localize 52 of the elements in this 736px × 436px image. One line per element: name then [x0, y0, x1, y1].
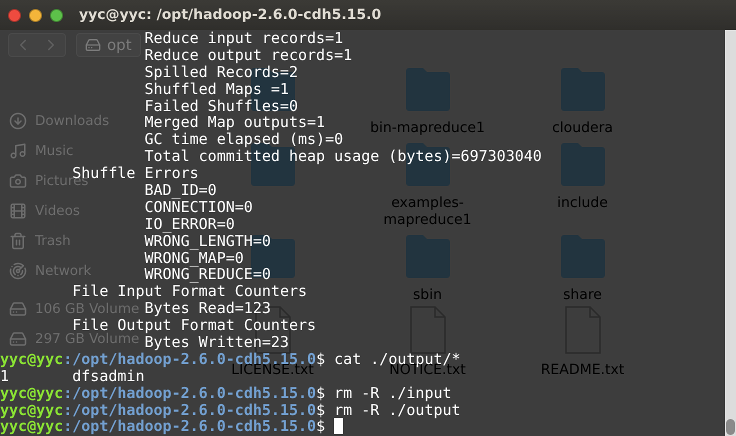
output-line: WRONG_MAP=0: [144, 250, 244, 266]
drive-icon: [85, 37, 101, 53]
file-name[interactable]: include: [508, 195, 658, 212]
prompt-user: yyc@yyc: [0, 350, 64, 368]
command-text: $: [316, 418, 326, 436]
output-line: IO_ERROR=0: [144, 216, 235, 233]
path-button[interactable]: opt: [76, 33, 141, 57]
output-line: 1 dfsadmin: [0, 368, 144, 385]
camera-icon: [9, 172, 27, 190]
file-name[interactable]: examples-mapreduce1: [352, 195, 502, 229]
prompt-path: :/opt/hadoop-2.6.0-cdh5.15.0: [63, 402, 316, 418]
output-line: GC time elapsed (ms)=0: [144, 131, 344, 148]
output-line: Merged Map outputs=1: [144, 114, 326, 132]
close-icon[interactable]: [8, 8, 21, 22]
output-line: Bytes Read=123: [144, 300, 271, 318]
output-line: Shuffled Maps =1: [144, 80, 289, 98]
prompt-user: yyc@yyc: [0, 402, 64, 418]
file-name[interactable]: README.txt: [508, 362, 658, 379]
output-line: CONNECTION=0: [144, 198, 253, 216]
music-icon: [9, 142, 27, 160]
output-line: Reduce output records=1: [144, 46, 352, 64]
file-name[interactable]: cloudera: [508, 120, 658, 137]
maximize-icon[interactable]: [50, 8, 63, 22]
scrollbar[interactable]: [725, 30, 736, 436]
file-name[interactable]: sbin: [352, 287, 502, 304]
minimize-icon[interactable]: [29, 8, 42, 22]
prompt-path: :/opt/hadoop-2.6.0-cdh5.15.0: [63, 418, 316, 436]
file-name[interactable]: share: [508, 287, 658, 304]
command-text: $ rm -R ./input: [316, 384, 452, 402]
output-line: WRONG_LENGTH=0: [144, 232, 271, 250]
output-line: Failed Shuffles=0: [144, 98, 298, 114]
output-line: BAD_ID=0: [144, 182, 217, 199]
output-line: WRONG_REDUCE=0: [144, 266, 271, 284]
window-title: yyc@yyc: /opt/hadoop-2.6.0-cdh5.15.0: [79, 7, 382, 23]
download-icon: [9, 112, 27, 130]
network-icon: [9, 262, 27, 280]
film-icon: [9, 202, 27, 220]
prompt-user: yyc@yyc: [0, 384, 64, 402]
prompt-user: yyc@yyc: [0, 418, 64, 436]
output-line: File Input Format Counters: [72, 283, 308, 300]
output-line: Total committed heap usage (bytes)=697303040: [144, 148, 542, 166]
output-line: Bytes Written=23: [144, 334, 289, 351]
output-line: Spilled Records=2: [144, 64, 298, 81]
output-line: File Output Format Counters: [72, 317, 316, 334]
scrollbar-thumb[interactable]: [726, 419, 735, 435]
prompt-path: :/opt/hadoop-2.6.0-cdh5.15.0: [63, 384, 316, 402]
drive-icon: [9, 330, 27, 348]
command-text: $ rm -R ./output: [316, 402, 461, 418]
drive-icon: [9, 300, 27, 318]
trash-icon: [9, 232, 27, 250]
output-line: Reduce input records=1: [144, 30, 344, 47]
file-name[interactable]: bin-mapreduce1: [352, 120, 502, 137]
